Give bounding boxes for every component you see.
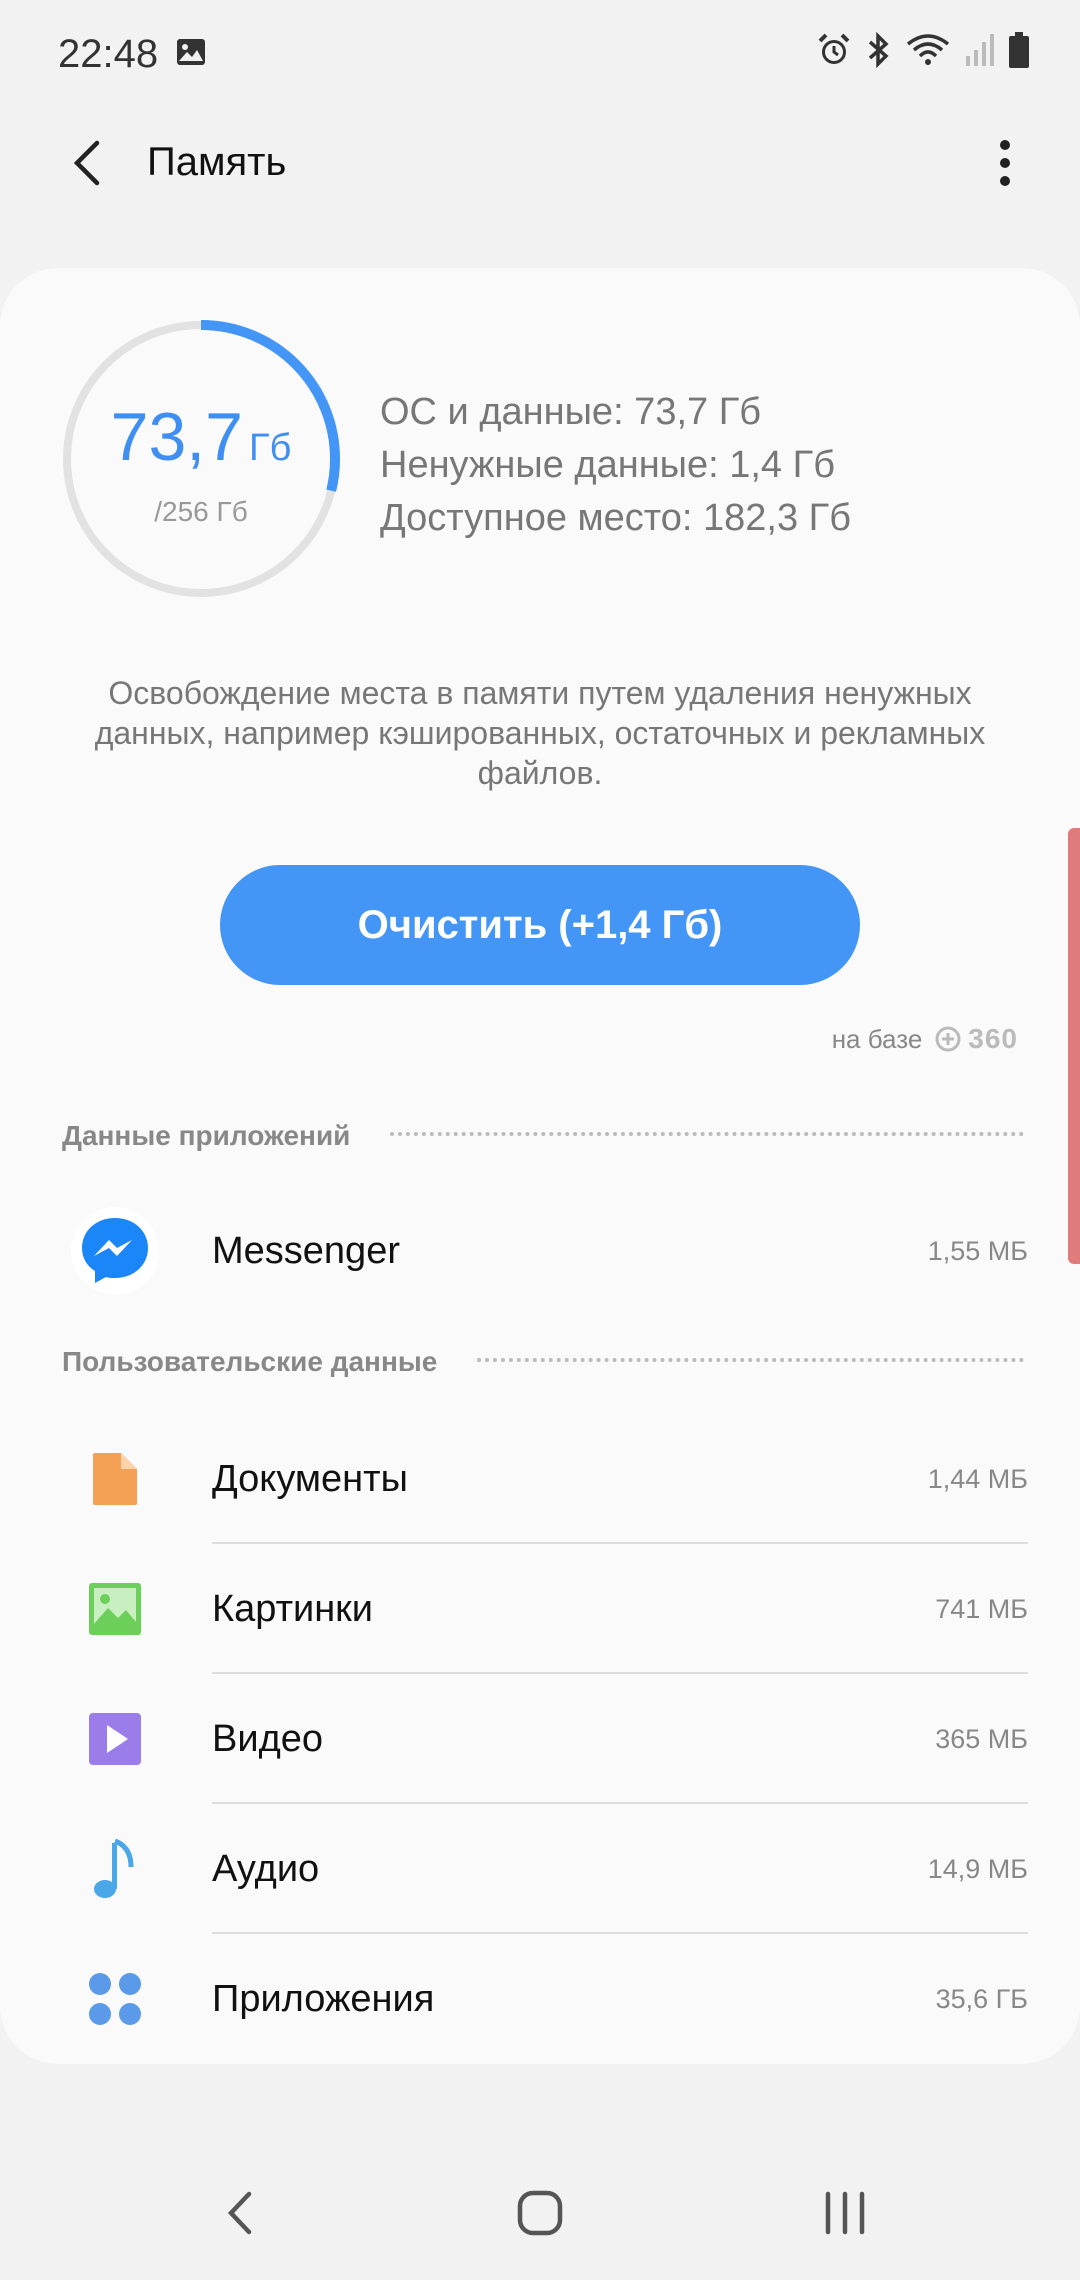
user-row-images[interactable]: Картинки 741 МБ <box>0 1544 1080 1674</box>
wifi-icon <box>906 32 950 68</box>
app-header: Память <box>0 110 1080 220</box>
app-label: Messenger <box>212 1230 400 1272</box>
powered-by: на базе 360 <box>832 1023 1018 1055</box>
more-options-button[interactable] <box>970 130 1040 200</box>
360-logo-icon <box>935 1026 961 1052</box>
user-row-audio[interactable]: Аудио 14,9 МБ <box>0 1804 1080 1934</box>
alarm-icon <box>816 32 852 68</box>
audio-icon <box>70 1829 160 1909</box>
audio-label: Аудио <box>212 1848 320 1890</box>
used-value: 73,7 <box>110 399 243 475</box>
logo-360: 360 <box>934 1023 1018 1055</box>
section-divider <box>477 1358 1024 1362</box>
video-label: Видео <box>212 1718 324 1760</box>
more-vert-icon <box>998 139 1012 192</box>
recents-nav-icon <box>823 2190 867 2241</box>
page-title: Память <box>147 140 287 184</box>
status-time: 22:48 <box>58 32 159 76</box>
user-row-apps[interactable]: Приложения 35,6 ГБ <box>0 1934 1080 2064</box>
section-app-data: Данные приложений <box>62 1120 1024 1152</box>
document-icon <box>70 1439 160 1519</box>
documents-label: Документы <box>212 1458 408 1500</box>
status-bar: 22:48 <box>0 0 1080 100</box>
video-icon <box>70 1699 160 1779</box>
user-row-video[interactable]: Видео 365 МБ <box>0 1674 1080 1804</box>
bluetooth-icon <box>866 32 892 68</box>
images-size: 741 МБ <box>935 1594 1028 1624</box>
clean-button[interactable]: Очистить (+1,4 Гб) <box>220 865 860 985</box>
back-nav-icon <box>225 2188 255 2243</box>
clean-description: Освобождение места в памяти путем удален… <box>94 675 986 791</box>
nav-home-button[interactable] <box>495 2170 585 2260</box>
documents-size: 1,44 МБ <box>927 1464 1028 1494</box>
nav-recents-button[interactable] <box>800 2170 890 2260</box>
powered-by-label: на базе <box>831 1023 923 1054</box>
junk-stat: Ненужные данные: 1,4 Гб <box>380 444 835 486</box>
apps-label: Приложения <box>212 1978 435 2020</box>
storage-card: 73,7 Гб /256 Гб ОС и данные: 73,7 Гб Нену… <box>0 268 1080 2064</box>
os-data-stat: ОС и данные: 73,7 Гб <box>380 391 762 433</box>
section-divider <box>390 1132 1024 1136</box>
total-storage: /256 Гб <box>154 496 248 527</box>
home-nav-icon <box>515 2188 565 2243</box>
user-row-documents[interactable]: Документы 1,44 МБ <box>0 1414 1080 1544</box>
battery-icon <box>1008 32 1030 68</box>
section-user-data: Пользовательские данные <box>62 1346 1024 1378</box>
apps-icon <box>70 1959 160 2039</box>
picture-icon <box>70 1569 160 1649</box>
section-app-data-title: Данные приложений <box>62 1120 351 1151</box>
storage-stats: ОС и данные: 73,7 Гб Ненужные данные: 1,… <box>380 386 851 545</box>
section-user-data-title: Пользовательские данные <box>62 1346 438 1377</box>
apps-size: 35,6 ГБ <box>935 1984 1028 2014</box>
available-stat: Доступное место: 182,3 Гб <box>380 497 851 539</box>
chevron-left-icon <box>67 138 107 193</box>
app-row-messenger[interactable]: Messenger 1,55 МБ <box>0 1186 1080 1316</box>
storage-gauge: 73,7 Гб /256 Гб <box>60 318 342 600</box>
app-size: 1,55 МБ <box>927 1236 1028 1266</box>
images-label: Картинки <box>212 1588 374 1630</box>
messenger-icon <box>70 1207 160 1295</box>
signal-icon <box>964 32 994 68</box>
image-icon <box>176 38 206 66</box>
logo-360-text: 360 <box>968 1023 1018 1054</box>
video-size: 365 МБ <box>935 1724 1028 1754</box>
nav-back-button[interactable] <box>195 2170 285 2260</box>
back-button[interactable] <box>52 130 122 200</box>
used-unit: Гб <box>249 427 292 469</box>
navigation-bar <box>0 2150 1080 2280</box>
used-storage: 73,7 Гб <box>60 398 342 476</box>
audio-size: 14,9 МБ <box>927 1854 1028 1884</box>
